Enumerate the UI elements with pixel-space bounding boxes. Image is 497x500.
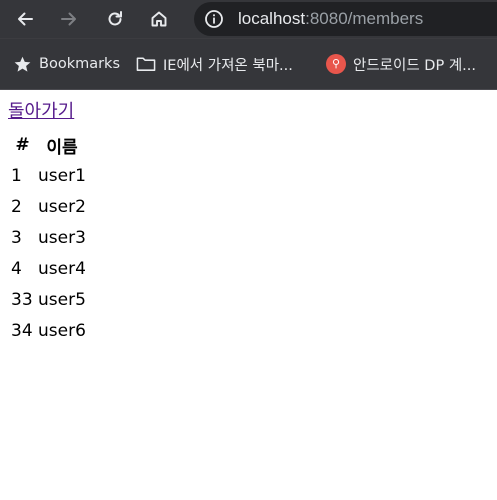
column-header-name: 이름 bbox=[46, 137, 78, 158]
table-row: 3 user3 bbox=[10, 223, 87, 252]
forward-button[interactable] bbox=[55, 5, 83, 33]
member-id: 33 bbox=[11, 289, 33, 310]
android-dp-icon: ⚲ bbox=[326, 54, 346, 74]
folder-icon bbox=[136, 54, 156, 74]
bookmark-item-android-dp[interactable]: ⚲ 안드로이드 DP 계... bbox=[326, 39, 476, 89]
member-name: user3 bbox=[38, 227, 86, 248]
bookmark-label: Bookmarks bbox=[39, 56, 121, 72]
member-id: 3 bbox=[11, 227, 22, 248]
forward-arrow-icon bbox=[61, 12, 76, 26]
bookmark-label: 안드로이드 DP 계... bbox=[353, 57, 476, 74]
member-id: 4 bbox=[11, 258, 22, 279]
member-id: 1 bbox=[11, 165, 22, 186]
table-row: 4 user4 bbox=[10, 254, 87, 283]
bookmark-label: IE에서 가져온 북마... bbox=[163, 57, 293, 74]
browser-toolbar: localhost:8080/members bbox=[0, 0, 497, 38]
member-name: user5 bbox=[38, 289, 86, 310]
member-name: user1 bbox=[38, 165, 86, 186]
member-id: 34 bbox=[11, 320, 33, 341]
bookmark-folder-ie[interactable]: IE에서 가져온 북마... bbox=[136, 39, 293, 89]
home-button[interactable] bbox=[145, 5, 173, 33]
home-icon bbox=[151, 11, 167, 27]
back-button[interactable] bbox=[11, 5, 39, 33]
table-row: 2 user2 bbox=[10, 192, 87, 221]
back-arrow-icon bbox=[18, 12, 33, 26]
info-icon[interactable] bbox=[204, 9, 224, 29]
url-path: :8080/members bbox=[305, 9, 424, 28]
address-bar[interactable]: localhost:8080/members bbox=[194, 2, 497, 36]
table-row: 34 user6 bbox=[10, 316, 87, 345]
page-content: 돌아가기 # 이름 1 user1 2 user2 3 user3 4 user… bbox=[0, 90, 497, 500]
table-row: 1 user1 bbox=[10, 161, 87, 190]
reload-button[interactable] bbox=[101, 5, 129, 33]
back-link[interactable]: 돌아가기 bbox=[8, 100, 74, 124]
table-row: 33 user5 bbox=[10, 285, 87, 314]
member-name: user4 bbox=[38, 258, 86, 279]
member-id: 2 bbox=[11, 196, 22, 217]
url-host: localhost bbox=[238, 9, 306, 28]
member-name: user6 bbox=[38, 320, 86, 341]
bookmarks-bar: Bookmarks IE에서 가져온 북마... ⚲ 안드로이드 DP 계... bbox=[0, 38, 497, 90]
table-header-row: # 이름 bbox=[10, 131, 87, 159]
star-icon bbox=[12, 54, 32, 74]
column-header-id: # bbox=[15, 135, 30, 155]
member-name: user2 bbox=[38, 196, 86, 217]
members-table: # 이름 1 user1 2 user2 3 user3 4 user4 33 bbox=[8, 129, 89, 347]
reload-icon bbox=[108, 11, 122, 26]
bookmark-item-bookmarks[interactable]: Bookmarks bbox=[12, 39, 120, 89]
url-text[interactable]: localhost:8080/members bbox=[238, 9, 423, 29]
